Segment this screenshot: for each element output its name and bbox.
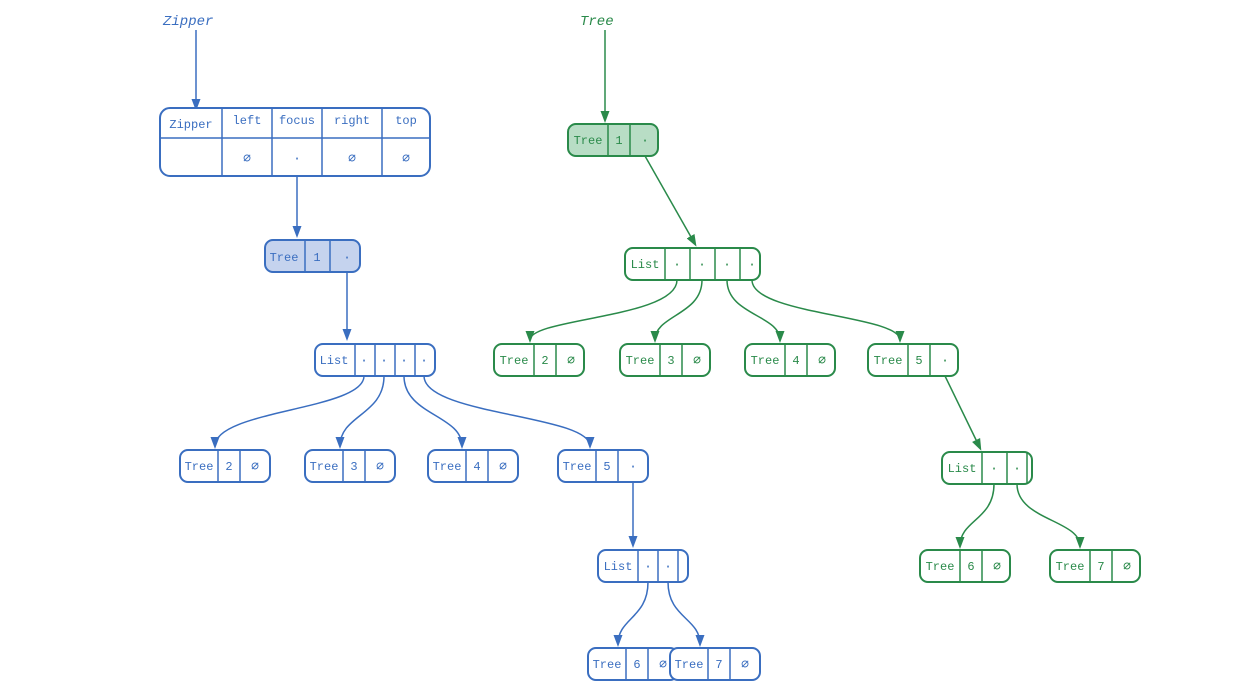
- blue-tree2-label: Tree: [185, 460, 214, 474]
- blue-tree4-val: 4: [473, 460, 480, 474]
- green-tree5-val: 5: [915, 354, 922, 368]
- green-tree5-dot: ·: [941, 353, 949, 368]
- blue-tree6-null: ∅: [659, 657, 667, 672]
- green-tree6-val: 6: [967, 560, 974, 574]
- green-tree5-label: Tree: [874, 354, 903, 368]
- zipper-val-right: ∅: [348, 151, 356, 166]
- green-tree7-val: 7: [1097, 560, 1104, 574]
- green-tree2-val: 2: [541, 354, 548, 368]
- green-tree1-dot: ·: [641, 133, 649, 148]
- glist-to-gtree4-arrow: [727, 280, 780, 340]
- blue-list-dot3: ·: [400, 353, 408, 368]
- glist-to-gtree3-arrow: [655, 280, 702, 340]
- blue-list-label: List: [320, 354, 349, 368]
- blue-tree7-null: ∅: [741, 657, 749, 672]
- blue-tree7-label: Tree: [675, 658, 704, 672]
- green-list2-dot1: ·: [990, 461, 998, 476]
- zipper-val-focus: ·: [293, 151, 301, 166]
- blue-tree3-label: Tree: [310, 460, 339, 474]
- green-tree4-val: 4: [792, 354, 799, 368]
- zipper-cell-label: Zipper: [169, 118, 212, 132]
- blue-tree1-dot: ·: [343, 250, 351, 265]
- blue-tree7-val: 7: [715, 658, 722, 672]
- green-tree1-to-list-arrow: [645, 156, 695, 244]
- tree-title: Tree: [580, 14, 614, 30]
- green-tree4-null: ∅: [818, 353, 826, 368]
- zipper-header-top: top: [395, 114, 417, 128]
- zipper-header-left: left: [233, 114, 262, 128]
- green-tree3-label: Tree: [626, 354, 655, 368]
- blue-list2-dot2: ·: [664, 559, 672, 574]
- green-list-dot1: ·: [673, 257, 681, 272]
- green-tree3-val: 3: [667, 354, 674, 368]
- blue-tree3-null: ∅: [376, 459, 384, 474]
- green-tree5-to-list-arrow: [945, 376, 980, 448]
- green-tree4-label: Tree: [751, 354, 780, 368]
- zipper-header-focus: focus: [279, 114, 315, 128]
- glist2-to-gtree6-arrow: [960, 484, 994, 546]
- blue-tree1-label: Tree: [270, 251, 299, 265]
- green-tree7-label: Tree: [1056, 560, 1085, 574]
- blue-tree6-label: Tree: [593, 658, 622, 672]
- list-to-tree5-arrow: [424, 376, 590, 446]
- green-tree1-val: 1: [615, 134, 622, 148]
- zipper-val-left: ∅: [243, 151, 251, 166]
- blue-tree2-null: ∅: [251, 459, 259, 474]
- glist-to-gtree5-arrow: [752, 280, 900, 340]
- green-list-dot3: ·: [723, 257, 731, 272]
- blue-tree5-label: Tree: [563, 460, 592, 474]
- green-tree6-label: Tree: [926, 560, 955, 574]
- zipper-title: Zipper: [162, 14, 213, 30]
- blue-list-dot1: ·: [360, 353, 368, 368]
- blue-tree1-val: 1: [313, 251, 320, 265]
- blue-list2-dot1: ·: [644, 559, 652, 574]
- green-tree6-null: ∅: [993, 559, 1001, 574]
- green-list-dot2: ·: [698, 257, 706, 272]
- list-to-tree4-arrow: [404, 376, 462, 446]
- blue-tree3-val: 3: [350, 460, 357, 474]
- list2-to-tree6-arrow: [618, 582, 648, 644]
- green-tree1-label: Tree: [574, 134, 603, 148]
- blue-tree2-val: 2: [225, 460, 232, 474]
- list2-to-tree7-arrow: [668, 582, 700, 644]
- blue-list-dot4: ·: [420, 353, 428, 368]
- green-tree2-label: Tree: [500, 354, 529, 368]
- green-list2-label: List: [948, 462, 977, 476]
- green-tree7-null: ∅: [1123, 559, 1131, 574]
- blue-tree4-null: ∅: [499, 459, 507, 474]
- blue-tree5-val: 5: [603, 460, 610, 474]
- green-tree3-null: ∅: [693, 353, 701, 368]
- blue-tree6-val: 6: [633, 658, 640, 672]
- green-list2-dot2: ·: [1013, 461, 1021, 476]
- blue-list2-label: List: [604, 560, 633, 574]
- glist2-to-gtree7-arrow: [1017, 484, 1080, 546]
- green-list-dot4: ·: [748, 257, 756, 272]
- zipper-val-top: ∅: [402, 151, 410, 166]
- glist-to-gtree2-arrow: [530, 280, 677, 340]
- zipper-header-right: right: [334, 114, 370, 128]
- green-tree2-null: ∅: [567, 353, 575, 368]
- blue-tree5-dot: ·: [629, 459, 637, 474]
- blue-list-dot2: ·: [380, 353, 388, 368]
- list-to-tree3-arrow: [340, 376, 384, 446]
- green-list-label: List: [631, 258, 660, 272]
- blue-tree4-label: Tree: [433, 460, 462, 474]
